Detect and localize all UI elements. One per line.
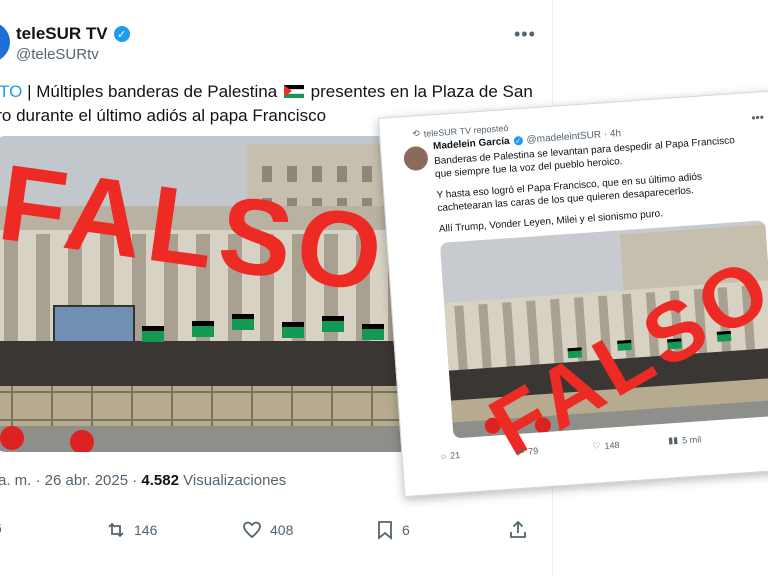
views-count: 4.582 (141, 472, 179, 489)
verified-badge-icon: ✓ (113, 26, 130, 42)
inset-views-button[interactable]: ▮▮ 5 mil (668, 433, 702, 446)
bookmark-button[interactable]: 6 (376, 520, 410, 540)
like-count: 408 (270, 522, 294, 538)
tweet-timestamp[interactable]: a. m. · 26 abr. 2025 · (0, 472, 141, 489)
share-icon (510, 520, 526, 538)
tweet-meta: a. m. · 26 abr. 2025 · 4.582 Visualizaci… (0, 472, 286, 489)
inset-more-options-icon[interactable]: ••• (751, 110, 765, 125)
author-name-row: teleSUR TV ✓ (16, 24, 130, 44)
inset-repost-button[interactable]: ⇄ 79 (516, 445, 538, 457)
bookmark-count: 6 (402, 522, 410, 538)
inset-views-count: 5 mil (681, 433, 702, 446)
tweet-text-part-1: | Múltiples banderas de Palestina (22, 82, 278, 101)
inset-like-button[interactable]: ♡ 148 (592, 439, 620, 452)
inset-author-avatar[interactable] (403, 145, 429, 172)
inset-repost-count: 79 (527, 445, 539, 456)
inset-reply-count: 21 (449, 450, 461, 461)
reply-button[interactable]: 6 (0, 520, 2, 536)
inset-reply-icon: ○ (440, 451, 447, 462)
like-button[interactable]: 408 (242, 520, 293, 540)
inset-views-icon: ▮▮ (667, 434, 679, 446)
inset-like-count: 148 (604, 439, 620, 451)
inset-heart-icon: ♡ (592, 440, 601, 451)
inset-tweet-screenshot: ⟲ teleSUR TV reposteó ••• Madelein Garcí… (378, 90, 768, 498)
tweet-actions-bar: 6 146 408 6 (0, 516, 552, 548)
palestine-flag-icon (283, 85, 304, 98)
inset-reply-button[interactable]: ○ 21 (440, 450, 460, 461)
repost-button[interactable]: 146 (106, 520, 157, 540)
hashtag-link[interactable]: #FOTO (0, 82, 22, 101)
more-options-icon[interactable]: ••• (514, 24, 536, 45)
share-button[interactable] (508, 520, 528, 540)
bookmark-icon (378, 521, 392, 540)
inset-repost-icon: ⇄ (516, 445, 525, 457)
inset-verified-badge-icon: ✓ (513, 135, 523, 146)
repost-icon (108, 522, 124, 538)
heart-icon (243, 521, 261, 539)
repost-count: 146 (134, 522, 158, 538)
author-avatar[interactable] (0, 22, 10, 62)
author-handle[interactable]: @teleSURtv (16, 46, 99, 63)
author-name[interactable]: teleSUR TV (16, 24, 108, 44)
views-label: Visualizaciones (178, 472, 287, 489)
repost-small-icon: ⟲ (411, 128, 421, 139)
reply-count: 6 (0, 520, 2, 536)
